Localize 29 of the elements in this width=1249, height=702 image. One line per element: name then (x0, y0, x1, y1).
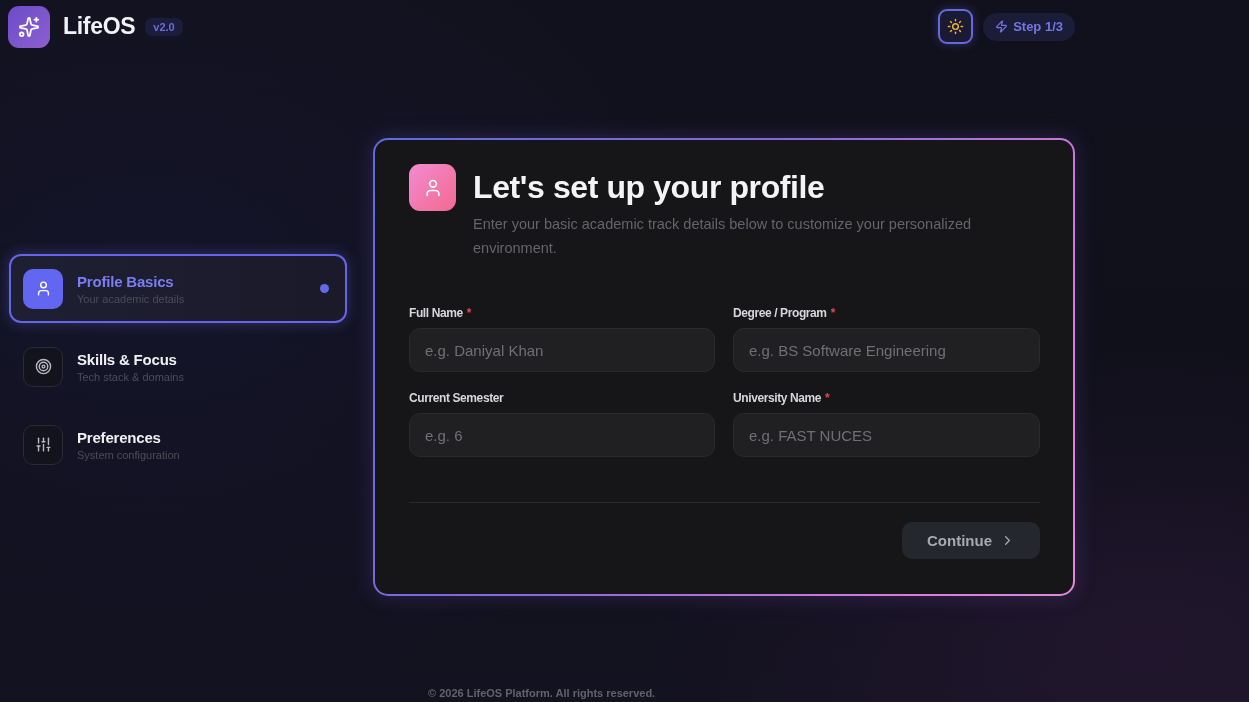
app-name: LifeOS (63, 13, 136, 40)
step-title: Profile Basics (77, 272, 175, 290)
required-mark: * (825, 391, 830, 405)
input-field[interactable]: e.g. Daniyal Khan (409, 328, 715, 372)
dot-icon (320, 284, 329, 293)
required-mark: * (466, 306, 472, 320)
footer-copyright: © 2026 LifeOS Platform. All rights reserved. (428, 687, 656, 699)
step-counter: Step 1/3 (1013, 19, 1063, 34)
target-icon (23, 346, 63, 387)
theme-toggle-button[interactable] (938, 9, 974, 44)
step-title: Skills & Focus (77, 350, 178, 368)
field-label: University Name (733, 391, 822, 405)
user-icon (23, 268, 63, 309)
sparkles-logo-icon (8, 5, 50, 48)
lightning-icon (995, 20, 1009, 33)
field-label: Current Semester (409, 391, 504, 405)
field-label: Degree / Program (733, 306, 827, 320)
input-field[interactable]: e.g. FAST NUCES (733, 413, 1040, 457)
sun-icon (947, 18, 965, 35)
field-label: Full Name (409, 306, 463, 320)
sliders-icon (23, 424, 63, 465)
input-field[interactable]: e.g. BS Software Engineering (733, 328, 1040, 372)
user-icon (409, 164, 456, 211)
version-badge: v2.0 (145, 17, 183, 36)
card-title: Let's set up your profile (473, 168, 826, 206)
input-field[interactable]: e.g. 6 (409, 413, 715, 457)
step-title: Preferences (77, 428, 162, 446)
card-subtitle: Enter your basic academic track details below to customize your personalized environment. (473, 215, 973, 258)
required-mark: * (830, 306, 836, 320)
